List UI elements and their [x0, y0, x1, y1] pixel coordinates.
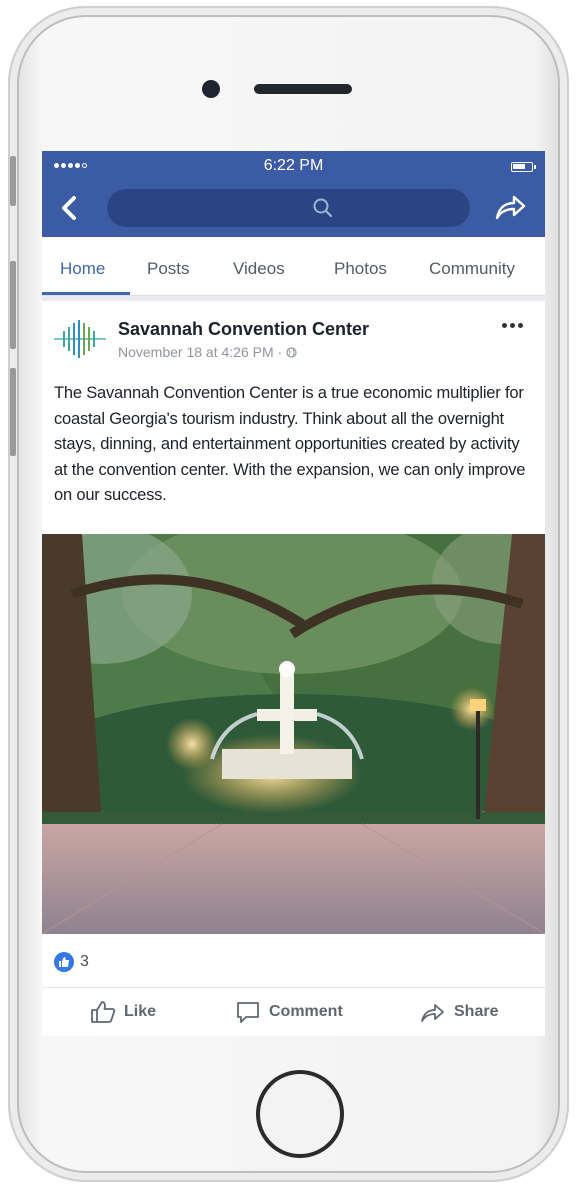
- search-icon: [313, 198, 333, 218]
- front-camera: [202, 80, 220, 98]
- tab-posts[interactable]: Posts: [147, 259, 190, 279]
- post-text: The Savannah Convention Center is a true…: [54, 384, 526, 504]
- battery-icon: [511, 162, 536, 172]
- reaction-summary[interactable]: 3: [54, 951, 89, 973]
- fountain-park-photo[interactable]: [42, 534, 545, 934]
- tab-community[interactable]: Community: [429, 259, 515, 279]
- search-input[interactable]: [107, 189, 470, 227]
- earpiece-speaker: [254, 84, 352, 94]
- page-tabs: Home Posts Videos Photos Community: [42, 237, 545, 296]
- globe-icon: [286, 347, 297, 358]
- comment-button[interactable]: Comment: [235, 1000, 343, 1024]
- like-button[interactable]: Like: [90, 1000, 156, 1024]
- active-tab-indicator: [42, 292, 130, 295]
- comment-bubble-icon: [237, 1002, 259, 1023]
- like-reaction-icon: [54, 952, 74, 972]
- reaction-count: 3: [80, 953, 89, 970]
- like-label: Like: [124, 1003, 157, 1020]
- tab-videos[interactable]: Videos: [233, 259, 285, 279]
- post-date: November 18 at 4:26 PM ·: [118, 344, 287, 360]
- post-action-bar: Like Comment Share: [42, 987, 545, 1034]
- volume-down-button: [10, 368, 16, 456]
- share-arrow-icon: [421, 1004, 444, 1022]
- page-name[interactable]: Savannah Convention Center: [118, 319, 369, 340]
- page-logo[interactable]: [54, 317, 106, 361]
- share-label: Share: [454, 1003, 499, 1020]
- post-timestamp[interactable]: November 18 at 4:26 PM ·: [118, 344, 297, 360]
- home-button[interactable]: [256, 1070, 344, 1158]
- phone-screen: 6:22 PM Home Posts Videos Photos Communi…: [42, 151, 545, 1036]
- more-dots-icon[interactable]: [502, 323, 523, 328]
- facebook-header: 6:22 PM: [42, 151, 545, 237]
- tab-photos[interactable]: Photos: [334, 259, 387, 279]
- tab-home[interactable]: Home: [60, 259, 105, 279]
- like-thumb-icon: [91, 1001, 116, 1023]
- post-card: Savannah Convention Center November 18 a…: [42, 301, 545, 1036]
- status-bar: 6:22 PM: [42, 151, 545, 185]
- volume-up-button: [10, 261, 16, 349]
- back-chevron-icon[interactable]: [58, 193, 82, 223]
- share-arrow-icon[interactable]: [493, 191, 527, 223]
- status-time: 6:22 PM: [263, 157, 324, 174]
- share-button[interactable]: Share: [420, 1000, 498, 1024]
- comment-label: Comment: [269, 1003, 343, 1020]
- mute-switch: [10, 156, 16, 206]
